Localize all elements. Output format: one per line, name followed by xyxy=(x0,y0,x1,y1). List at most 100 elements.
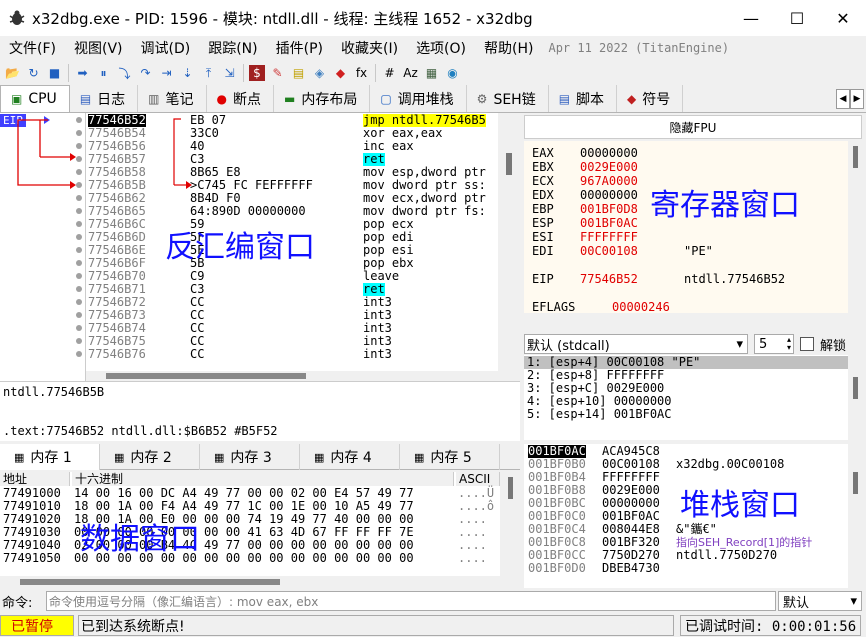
breakpoint-dot-icon[interactable] xyxy=(76,117,82,123)
tab-symbols[interactable]: ◆ 符号 xyxy=(617,85,684,112)
breakpoint-dot-icon[interactable] xyxy=(76,221,82,227)
tab-cpu[interactable]: ▣ CPU xyxy=(0,85,70,112)
tab-breakpoint[interactable]: ● 断点 xyxy=(207,85,274,112)
dump-row[interactable]: 77491050 00 00 00 00 00 00 00 00 00 00 00… xyxy=(0,552,500,565)
hide-fpu-button[interactable]: 隐藏FPU xyxy=(524,115,862,139)
tab-script[interactable]: ▤ 脚本 xyxy=(549,85,618,112)
argument-row[interactable]: 5: [esp+14] 001BF0AC xyxy=(527,408,672,421)
tab-scroll-right-icon[interactable]: ▶ xyxy=(850,89,864,109)
breakpoint-dot-icon[interactable] xyxy=(76,182,82,188)
breakpoint-dot-icon[interactable] xyxy=(76,273,82,279)
bookmark-icon[interactable]: ◆ xyxy=(330,62,351,84)
arg-count-spinner[interactable]: 5 ▴ ▾ xyxy=(754,334,794,354)
disasm-vertical-scrollbar[interactable] xyxy=(498,113,520,381)
register-value[interactable]: 00000000 xyxy=(580,146,638,160)
tab-dump-4[interactable]: ▦ 内存 4 xyxy=(300,444,400,470)
function-icon[interactable]: fx xyxy=(351,62,372,84)
label-icon[interactable]: ◈ xyxy=(309,62,330,84)
tab-scroll-left-icon[interactable]: ◀ xyxy=(836,89,850,109)
register-value[interactable]: 00000246 xyxy=(612,300,670,313)
run-icon[interactable]: ➡ xyxy=(72,62,93,84)
disasm-row[interactable]: 77546B65 64:890D 00000000 mov dword ptr fs… xyxy=(86,205,498,218)
animate-into-icon[interactable]: ⇥ xyxy=(156,62,177,84)
animate-over-icon[interactable]: ⇣ xyxy=(177,62,198,84)
arguments-view[interactable]: 1: [esp+4] 00C00108 "PE" 2: [esp+8] FFFFF… xyxy=(524,355,848,440)
stop-icon[interactable]: ■ xyxy=(44,62,65,84)
menu-trace[interactable]: 跟踪(N) xyxy=(199,38,266,58)
menu-debug[interactable]: 调试(D) xyxy=(132,38,200,58)
menu-file[interactable]: 文件(F) xyxy=(0,38,65,58)
hash-icon[interactable]: # xyxy=(379,62,400,84)
globe-icon[interactable]: ◉ xyxy=(442,62,463,84)
calculator-icon[interactable]: ▦ xyxy=(421,62,442,84)
register-view[interactable]: EAX 00000000 EBX 0029E000 ECX 967A0000 EDX 0000… xyxy=(524,141,848,313)
disasm-row[interactable]: 77546B75 CC int3 xyxy=(86,335,498,348)
register-value[interactable]: 00C00108 xyxy=(580,244,638,258)
maximize-button[interactable]: ☐ xyxy=(774,0,820,36)
step-over-icon[interactable]: ↷ xyxy=(135,62,156,84)
disasm-row[interactable]: 77546B54 33C0 xor eax,eax xyxy=(86,127,498,140)
breakpoint-dot-icon[interactable] xyxy=(76,351,82,357)
register-value[interactable]: FFFFFFFF xyxy=(580,230,638,244)
pause-icon[interactable]: ⏸ xyxy=(93,62,114,84)
tab-call-stack[interactable]: ▢ 调用堆栈 xyxy=(370,85,467,112)
disasm-row[interactable]: 77546B56 40 inc eax xyxy=(86,140,498,153)
register-value[interactable]: 967A0000 xyxy=(580,174,638,188)
calling-convention-select[interactable]: 默认 (stdcall) ▾ xyxy=(524,334,748,354)
script-icon[interactable]: $ xyxy=(249,65,265,81)
step-into-icon[interactable]: ⤵ xyxy=(114,62,135,84)
execute-till-return-icon[interactable]: ⇲ xyxy=(219,62,240,84)
tab-seh-chain[interactable]: ⚙ SEH链 xyxy=(467,85,549,112)
menu-plugins[interactable]: 插件(P) xyxy=(267,38,332,58)
register-value[interactable]: 001BF0D8 xyxy=(580,202,638,216)
breakpoint-dot-icon[interactable] xyxy=(76,156,82,162)
arguments-vertical-scrollbar[interactable] xyxy=(848,375,862,415)
command-input[interactable]: 命令使用逗号分隔（像汇编语言）: mov eax, ebx xyxy=(46,591,776,611)
tab-memory-map[interactable]: ▬ 内存布局 xyxy=(274,85,371,112)
menu-options[interactable]: 选项(O) xyxy=(407,38,475,58)
breakpoint-dot-icon[interactable] xyxy=(76,312,82,318)
patch-icon[interactable]: ✎ xyxy=(267,62,288,84)
dump-view[interactable]: 地址 十六进制 ASCII 77491000 14 00 16 00 DC A4 … xyxy=(0,472,500,588)
register-value[interactable]: 77546B52 xyxy=(580,272,638,286)
minimize-button[interactable]: — xyxy=(728,0,774,36)
menu-favourites[interactable]: 收藏夹(I) xyxy=(332,38,407,58)
register-value[interactable]: 0029E000 xyxy=(580,160,638,174)
disasm-horizontal-scrollbar[interactable] xyxy=(86,371,498,381)
menu-view[interactable]: 视图(V) xyxy=(65,38,132,58)
breakpoint-dot-icon[interactable] xyxy=(76,130,82,136)
tab-notes[interactable]: ▥ 笔记 xyxy=(138,85,207,112)
stack-vertical-scrollbar[interactable] xyxy=(848,444,862,588)
breakpoint-dot-icon[interactable] xyxy=(76,260,82,266)
close-button[interactable]: ✕ xyxy=(820,0,866,36)
breakpoint-dot-icon[interactable] xyxy=(76,247,82,253)
breakpoint-dot-icon[interactable] xyxy=(76,325,82,331)
dump-vertical-scrollbar[interactable] xyxy=(500,472,520,588)
dump-horizontal-scrollbar[interactable] xyxy=(0,576,500,588)
restart-icon[interactable]: ↻ xyxy=(23,62,44,84)
disasm-row[interactable]: 77546B70 C9 leave xyxy=(86,270,498,283)
tab-log[interactable]: ▤ 日志 xyxy=(70,85,139,112)
breakpoint-dot-icon[interactable] xyxy=(76,195,82,201)
run-to-user-icon[interactable]: ⤒ xyxy=(198,62,219,84)
stack-row[interactable]: 001BF0D0 DBEB4730 xyxy=(524,562,848,575)
comment-icon[interactable]: ▤ xyxy=(288,62,309,84)
menu-help[interactable]: 帮助(H) xyxy=(475,38,542,58)
breakpoint-dot-icon[interactable] xyxy=(76,299,82,305)
breakpoint-dot-icon[interactable] xyxy=(76,286,82,292)
breakpoint-dot-icon[interactable] xyxy=(76,234,82,240)
breakpoint-dot-icon[interactable] xyxy=(76,143,82,149)
disasm-row[interactable]: 77546B74 CC int3 xyxy=(86,322,498,335)
breakpoint-dot-icon[interactable] xyxy=(76,338,82,344)
strings-icon[interactable]: Az xyxy=(400,62,421,84)
tab-dump-1[interactable]: ▦ 内存 1 xyxy=(0,444,100,470)
tab-dump-3[interactable]: ▦ 内存 3 xyxy=(200,444,300,470)
tab-dump-5[interactable]: ▦ 内存 5 xyxy=(400,444,500,470)
tab-dump-2[interactable]: ▦ 内存 2 xyxy=(100,444,200,470)
register-vertical-scrollbar[interactable] xyxy=(848,141,862,313)
disasm-row[interactable]: 77546B71 C3 ret xyxy=(86,283,498,296)
register-value[interactable]: 001BF0AC xyxy=(580,216,638,230)
unlock-checkbox[interactable] xyxy=(800,337,814,351)
disasm-row[interactable]: 77546B73 CC int3 xyxy=(86,309,498,322)
breakpoint-dot-icon[interactable] xyxy=(76,169,82,175)
